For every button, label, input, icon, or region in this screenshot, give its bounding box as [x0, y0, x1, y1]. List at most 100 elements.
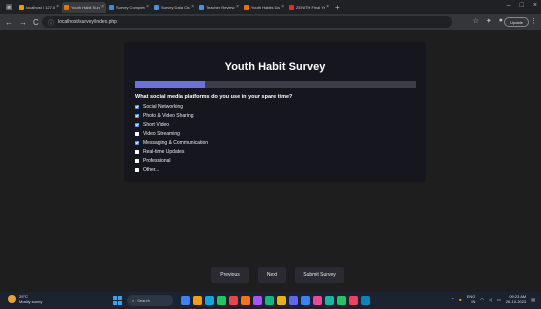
pinned-apps [181, 296, 370, 305]
tab-favicon-icon [64, 4, 69, 10]
option-checkbox[interactable] [135, 122, 139, 127]
url-text: localhost/survey/index.php [58, 19, 117, 25]
taskbar-app-icon[interactable] [253, 296, 262, 305]
taskbar-app-icon[interactable] [289, 296, 298, 305]
taskbar-app-icon[interactable] [349, 296, 358, 305]
browser-menu-icon[interactable]: ⋮ [530, 17, 537, 25]
weather-widget[interactable]: 29°C Mostly sunny [8, 294, 42, 304]
option-checkbox[interactable] [135, 149, 139, 154]
browser-tab[interactable]: ZENITH Final Year CS× [287, 2, 331, 13]
tab-close-icon[interactable]: × [56, 4, 59, 10]
submit-survey-button[interactable]: Submit Survey [295, 267, 344, 283]
option-item[interactable]: Photo & Video Sharing [135, 111, 208, 120]
next-button[interactable]: Next [258, 267, 286, 283]
notifications-icon[interactable]: ▤ [531, 297, 535, 302]
option-label: Short Video [143, 121, 170, 128]
tray-app-icon[interactable]: ■ [459, 297, 461, 302]
taskbar: 29°C Mostly sunny ⌕ Search ⌃ ■ ENG IN ◠ … [0, 292, 541, 309]
taskbar-app-icon[interactable] [193, 296, 202, 305]
tab-label: Youth Habit Survey [71, 4, 100, 10]
option-item[interactable]: Messaging & Communication [135, 138, 208, 147]
clock[interactable]: 09:23 AM 26-10-2023 [506, 294, 526, 304]
option-checkbox[interactable] [135, 113, 139, 118]
option-label: Other... [143, 166, 160, 173]
taskbar-app-icon[interactable] [361, 296, 370, 305]
tab-label: Youth Habits Dashboard [251, 4, 280, 10]
tab-close-icon[interactable]: × [101, 4, 104, 10]
tab-label: Survey Completed [116, 4, 145, 10]
option-item[interactable]: Video Streaming [135, 129, 208, 138]
tab-favicon-icon [109, 4, 114, 10]
chevron-up-icon[interactable]: ⌃ [451, 297, 454, 302]
forward-icon[interactable]: → [19, 18, 27, 27]
tab-close-icon[interactable]: × [146, 4, 149, 10]
maximize-icon[interactable]: □ [520, 2, 524, 9]
window-menu-icon[interactable]: ▣ [4, 2, 14, 12]
tab-close-icon[interactable]: × [191, 4, 194, 10]
window-controls: – □ × [507, 2, 537, 9]
taskbar-app-icon[interactable] [301, 296, 310, 305]
update-button[interactable]: Update [504, 17, 529, 27]
option-checkbox[interactable] [135, 131, 139, 136]
tab-favicon-icon [289, 4, 294, 10]
browser-tab-strip: ▣ localhost / 127.0.0.1 /×Youth Habit Su… [0, 0, 541, 14]
browser-tab[interactable]: localhost / 127.0.0.1 /× [17, 2, 61, 13]
wifi-icon[interactable]: ◠ [480, 297, 484, 302]
taskbar-search[interactable]: ⌕ Search [127, 295, 173, 306]
option-item[interactable]: Social Networking [135, 102, 208, 111]
taskbar-app-icon[interactable] [229, 296, 238, 305]
browser-tab[interactable]: Survey Data Charts× [152, 2, 196, 13]
weather-desc: Mostly sunny [19, 299, 43, 304]
option-item[interactable]: Professional [135, 156, 208, 165]
taskbar-app-icon[interactable] [217, 296, 226, 305]
toolbar-icons: ☆ ✦ ● [473, 17, 503, 25]
volume-icon[interactable]: ◁ [489, 297, 492, 302]
browser-tab[interactable]: Youth Habits Dashboard× [242, 2, 286, 13]
extensions-icon[interactable]: ✦ [486, 17, 492, 25]
language-indicator[interactable]: ENG IN [467, 294, 476, 304]
options-list: Social Networking Photo & Video Sharing Sh… [135, 102, 208, 174]
start-button[interactable] [113, 296, 122, 305]
back-icon[interactable]: ← [5, 18, 13, 27]
question-text: What social media platforms do you use i… [135, 94, 293, 100]
progress-bar [135, 81, 416, 88]
taskbar-app-icon[interactable] [277, 296, 286, 305]
option-item[interactable]: Short Video [135, 120, 208, 129]
option-checkbox[interactable] [135, 158, 139, 163]
taskbar-app-icon[interactable] [181, 296, 190, 305]
browser-tab[interactable]: Survey Completed× [107, 2, 151, 13]
taskbar-app-icon[interactable] [241, 296, 250, 305]
address-bar[interactable]: ⓘ localhost/survey/index.php [42, 16, 452, 28]
taskbar-app-icon[interactable] [325, 296, 334, 305]
close-icon[interactable]: × [533, 2, 537, 9]
option-checkbox[interactable] [135, 167, 139, 172]
taskbar-app-icon[interactable] [313, 296, 322, 305]
battery-icon[interactable]: ▭ [497, 297, 501, 302]
tab-label: Teacher Review [206, 4, 235, 10]
survey-title: Youth Habit Survey [224, 61, 326, 73]
tab-close-icon[interactable]: × [281, 4, 284, 10]
tab-favicon-icon [244, 4, 249, 10]
previous-button[interactable]: Previous [211, 267, 249, 283]
option-checkbox[interactable] [135, 140, 139, 145]
bookmark-star-icon[interactable]: ☆ [473, 17, 479, 25]
tab-close-icon[interactable]: × [236, 4, 239, 10]
tab-close-icon[interactable]: × [326, 4, 329, 10]
page-viewport: Youth Habit Survey What social media pla… [0, 30, 541, 292]
option-item[interactable]: Other... [135, 165, 208, 174]
taskbar-app-icon[interactable] [265, 296, 274, 305]
new-tab-button[interactable]: + [335, 3, 340, 12]
minimize-icon[interactable]: – [507, 2, 511, 9]
browser-tab[interactable]: Youth Habit Survey× [62, 1, 106, 13]
option-item[interactable]: Real-time Updates [135, 147, 208, 156]
option-label: Messaging & Communication [143, 139, 209, 146]
taskbar-app-icon[interactable] [205, 296, 214, 305]
tab-label: Survey Data Charts [161, 4, 190, 10]
site-info-icon[interactable]: ⓘ [48, 18, 54, 27]
browser-tab[interactable]: Teacher Review × [197, 2, 241, 13]
option-checkbox[interactable] [135, 104, 139, 109]
profile-avatar[interactable]: ● [499, 17, 503, 25]
search-placeholder: Search [137, 298, 150, 303]
reload-icon[interactable]: C [33, 18, 39, 27]
taskbar-app-icon[interactable] [337, 296, 346, 305]
